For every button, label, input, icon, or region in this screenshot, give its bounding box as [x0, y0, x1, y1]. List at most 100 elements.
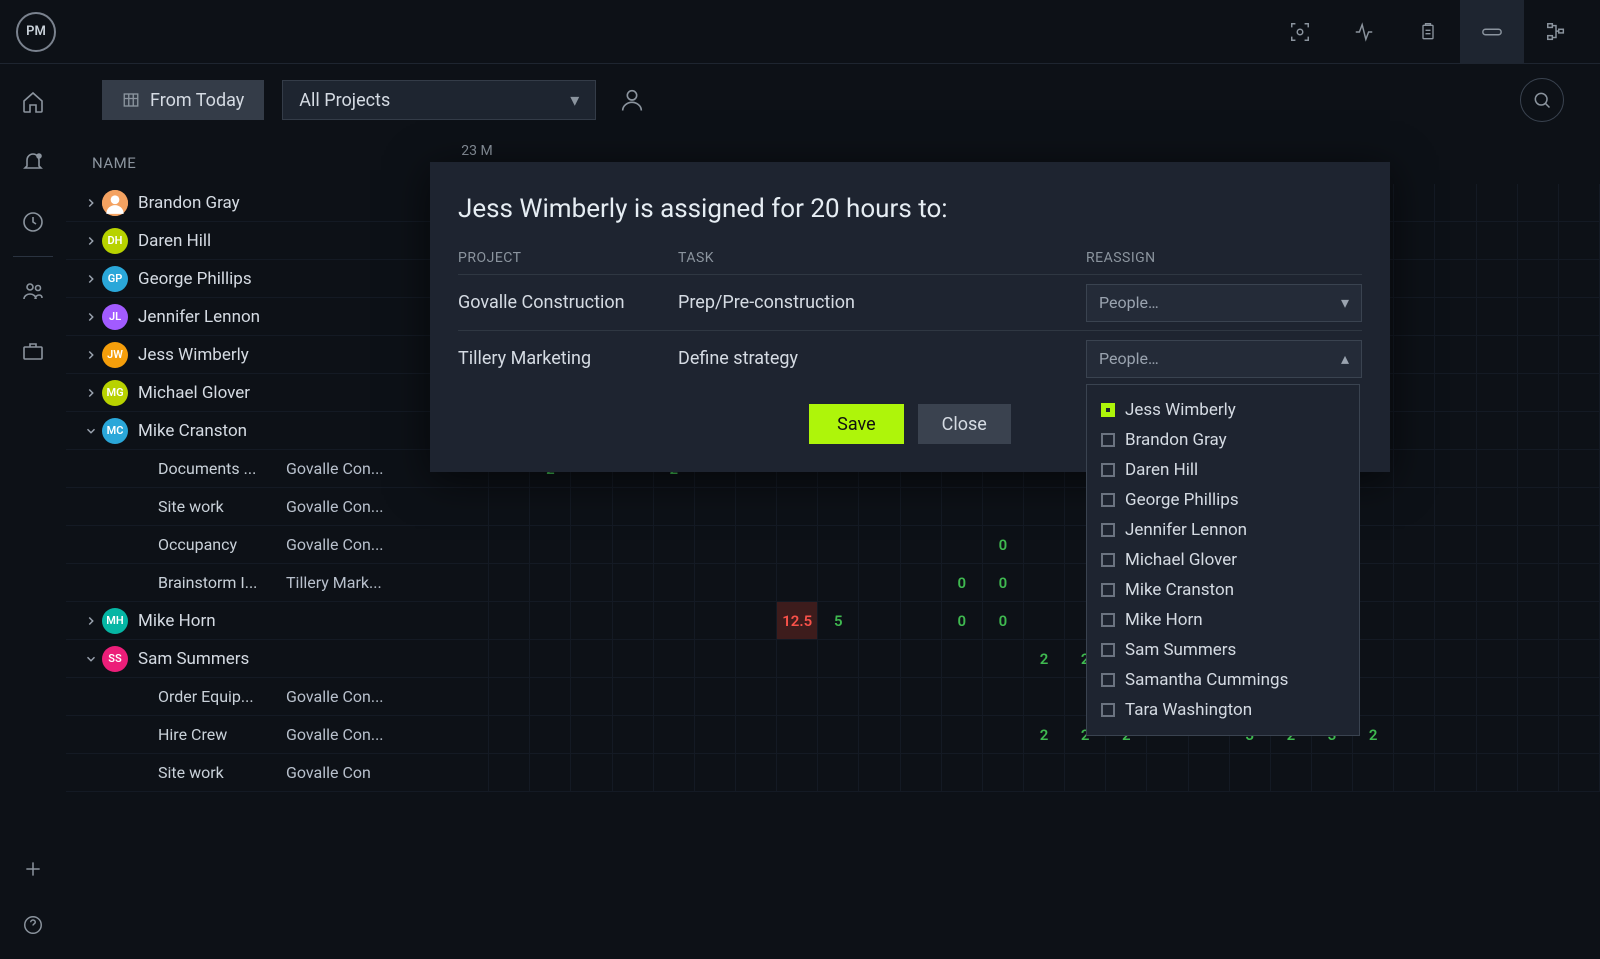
task-row[interactable]: Site workGovalle Con...: [66, 488, 448, 526]
from-today-label: From Today: [150, 90, 244, 111]
grid-cell: [1518, 374, 1559, 411]
grid-cell: [1147, 754, 1188, 791]
person-row[interactable]: MGMichael Glover: [66, 374, 448, 412]
person-name: Jess Wimberly: [138, 345, 249, 365]
person-row[interactable]: DHDaren Hill: [66, 222, 448, 260]
grid-cell: [1518, 260, 1559, 297]
home-icon[interactable]: [19, 88, 47, 116]
dropdown-item[interactable]: Sam Summers: [1087, 635, 1359, 665]
checkbox-icon[interactable]: [1101, 433, 1115, 447]
task-row[interactable]: Site workGovalle Con: [66, 754, 448, 792]
dropdown-item[interactable]: Brandon Gray: [1087, 425, 1359, 455]
person-row[interactable]: GPGeorge Phillips: [66, 260, 448, 298]
dropdown-item[interactable]: Samantha Cummings: [1087, 665, 1359, 695]
dropdown-item[interactable]: Tara Washington: [1087, 695, 1359, 725]
checkbox-icon[interactable]: [1101, 403, 1115, 417]
save-button[interactable]: Save: [809, 404, 904, 444]
grid-cell: [942, 716, 983, 753]
grid-cell: [1435, 184, 1476, 221]
grid-cell: [901, 564, 942, 601]
grid-cell: [530, 640, 571, 677]
grid-cell: [1189, 754, 1230, 791]
dropdown-item-label: Sam Summers: [1125, 640, 1236, 660]
chevron-right-icon[interactable]: [80, 348, 102, 362]
checkbox-icon[interactable]: [1101, 703, 1115, 717]
dropdown-item[interactable]: Jess Wimberly: [1087, 395, 1359, 425]
grid-cell: [1435, 260, 1476, 297]
task-project: Govalle Con...: [286, 725, 384, 744]
help-icon[interactable]: [19, 911, 47, 939]
dropdown-item[interactable]: Mike Horn: [1087, 605, 1359, 635]
task-row[interactable]: Documents ...Govalle Con...: [66, 450, 448, 488]
chevron-right-icon[interactable]: [80, 234, 102, 248]
dropdown-item[interactable]: George Phillips: [1087, 485, 1359, 515]
checkbox-icon[interactable]: [1101, 673, 1115, 687]
grid-cell: [1024, 754, 1065, 791]
person-row[interactable]: Brandon Gray: [66, 184, 448, 222]
person-name: Jennifer Lennon: [138, 307, 260, 327]
checkbox-icon[interactable]: [1101, 583, 1115, 597]
chevron-right-icon[interactable]: [80, 272, 102, 286]
chevron-right-icon[interactable]: [80, 196, 102, 210]
dropdown-item[interactable]: Mike Cranston: [1087, 575, 1359, 605]
dropdown-item[interactable]: Michael Glover: [1087, 545, 1359, 575]
grid-cell: [818, 526, 859, 563]
grid-cell: [859, 602, 900, 639]
checkbox-icon[interactable]: [1101, 463, 1115, 477]
clipboard-icon[interactable]: [1396, 0, 1460, 64]
briefcase-icon[interactable]: [19, 337, 47, 365]
grid-cell: [1559, 298, 1600, 335]
people-dropdown: Jess WimberlyBrandon GrayDaren HillGeorg…: [1086, 384, 1360, 736]
plus-icon[interactable]: [19, 855, 47, 883]
dropdown-item-label: Michael Glover: [1125, 550, 1237, 570]
clock-icon[interactable]: [19, 208, 47, 236]
link-icon[interactable]: [1460, 0, 1524, 64]
grid-cell: [654, 564, 695, 601]
person-row[interactable]: SSSam Summers: [66, 640, 448, 678]
grid-cell: [777, 564, 818, 601]
grid-cell: [1394, 298, 1435, 335]
from-today-button[interactable]: From Today: [102, 80, 264, 120]
checkbox-icon[interactable]: [1101, 523, 1115, 537]
checkbox-icon[interactable]: [1101, 613, 1115, 627]
person-row[interactable]: JWJess Wimberly: [66, 336, 448, 374]
chevron-right-icon[interactable]: [80, 310, 102, 324]
reassign-select[interactable]: People…▾: [1086, 284, 1362, 322]
bell-icon[interactable]: [19, 148, 47, 176]
chevron-down-icon[interactable]: [80, 424, 102, 438]
chevron-down-icon[interactable]: [80, 652, 102, 666]
person-row[interactable]: MHMike Horn: [66, 602, 448, 640]
grid-cell: [613, 564, 654, 601]
person-row[interactable]: MCMike Cranston: [66, 412, 448, 450]
grid-cell: [654, 602, 695, 639]
grid-cell: [489, 526, 530, 563]
task-row[interactable]: Hire CrewGovalle Con...: [66, 716, 448, 754]
task-row[interactable]: Brainstorm I...Tillery Mark...: [66, 564, 448, 602]
user-outline-icon[interactable]: [618, 86, 646, 114]
hierarchy-icon[interactable]: [1524, 0, 1588, 64]
grid-cell: [1435, 678, 1476, 715]
chevron-right-icon[interactable]: [80, 386, 102, 400]
person-row[interactable]: JLJennifer Lennon: [66, 298, 448, 336]
activity-icon[interactable]: [1332, 0, 1396, 64]
dropdown-item[interactable]: Daren Hill: [1087, 455, 1359, 485]
projects-select[interactable]: All Projects ▾: [282, 80, 596, 120]
checkbox-icon[interactable]: [1101, 493, 1115, 507]
checkbox-icon[interactable]: [1101, 643, 1115, 657]
date-top: 23 M: [456, 143, 498, 160]
search-button[interactable]: [1520, 78, 1564, 122]
people-icon[interactable]: [19, 277, 47, 305]
grid-cell: [942, 678, 983, 715]
grid-cell: [571, 602, 612, 639]
scan-icon[interactable]: [1268, 0, 1332, 64]
chevron-right-icon[interactable]: [80, 614, 102, 628]
grid-cell: [1394, 336, 1435, 373]
grid-cell: [777, 526, 818, 563]
task-row[interactable]: Order Equip...Govalle Con...: [66, 678, 448, 716]
task-name: Occupancy: [158, 535, 278, 554]
dropdown-item[interactable]: Jennifer Lennon: [1087, 515, 1359, 545]
close-button[interactable]: Close: [918, 404, 1011, 444]
reassign-select-open[interactable]: People…▴: [1086, 340, 1362, 378]
task-row[interactable]: OccupancyGovalle Con...: [66, 526, 448, 564]
checkbox-icon[interactable]: [1101, 553, 1115, 567]
